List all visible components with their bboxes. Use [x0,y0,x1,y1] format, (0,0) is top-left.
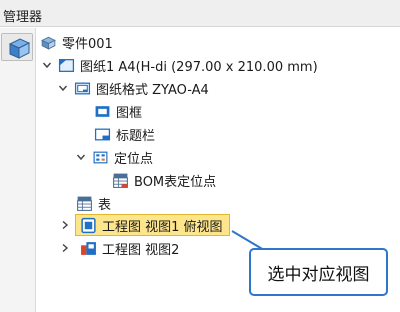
callout-box: 选中对应视图 [249,248,388,296]
callout-text: 选中对应视图 [267,264,370,285]
